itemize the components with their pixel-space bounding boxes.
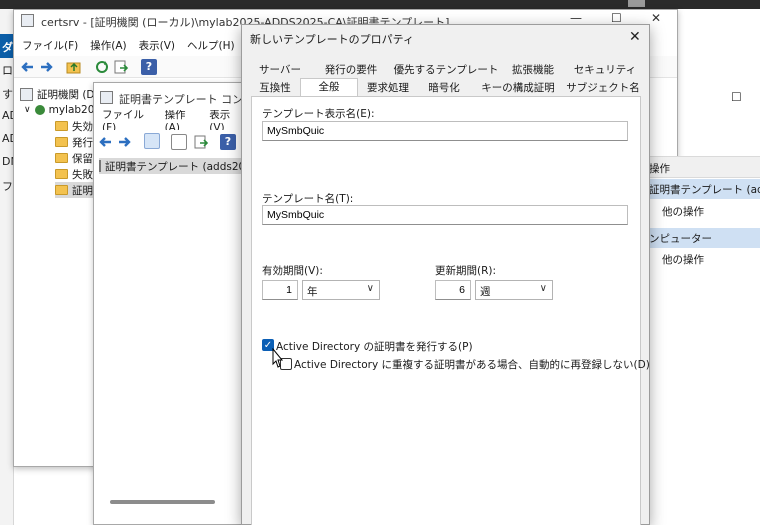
renewal-period-field[interactable] xyxy=(435,280,471,300)
tab-security[interactable]: セキュリティ xyxy=(568,62,642,79)
back-icon[interactable] xyxy=(98,134,114,150)
mouse-cursor-icon xyxy=(272,348,284,368)
folder-label: 失効 xyxy=(72,120,93,133)
tab-server[interactable]: サーバー xyxy=(252,62,308,79)
tab-cryptography[interactable]: 暗号化 xyxy=(418,80,470,97)
menu-action[interactable]: 操作(A) xyxy=(165,110,198,130)
ca-icon xyxy=(20,87,33,101)
back-icon[interactable] xyxy=(20,59,36,75)
console-maximize-button[interactable]: ☐ xyxy=(731,90,742,104)
forward-icon[interactable] xyxy=(38,59,54,75)
menu-help[interactable]: ヘルプ(H) xyxy=(187,38,235,53)
chevron-down-icon: ∨ xyxy=(539,283,547,294)
server-manager-nav-header[interactable]: ダ xyxy=(0,34,14,58)
tab-general[interactable]: 全般 xyxy=(300,78,358,97)
close-button[interactable]: ✕ xyxy=(651,11,661,25)
tab-issuance-requirements[interactable]: 発行の要件 xyxy=(312,62,390,79)
chevron-down-icon: ∨ xyxy=(366,283,374,294)
tab-extensions[interactable]: 拡張機能 xyxy=(502,62,564,79)
no-reenroll-label[interactable]: Active Directory に重複する証明書がある場合、自動的に再登録しな… xyxy=(294,357,650,372)
display-name-label: テンプレート表示名(E): xyxy=(262,108,375,120)
menu-file[interactable]: ファイル(F) xyxy=(22,38,78,53)
desktop-top-strip xyxy=(0,0,760,9)
actions-more-templates[interactable]: 他の操作 xyxy=(662,204,704,219)
console-menubar: ファイル(F) 操作(A) 表示(V) xyxy=(94,110,242,130)
tree-server-node[interactable]: ∨ mylab20 xyxy=(24,102,94,118)
folder-label: 保留 xyxy=(72,152,93,165)
window-badge xyxy=(628,0,645,7)
console-root-item[interactable]: 証明書テンプレート (adds2025 xyxy=(99,158,242,174)
minimize-button[interactable]: — xyxy=(570,11,582,25)
actions-more-computer[interactable]: 他の操作 xyxy=(662,252,704,267)
server-status-icon xyxy=(34,105,45,115)
validity-period-field[interactable] xyxy=(262,280,298,300)
template-name-label: テンプレート名(T): xyxy=(262,193,354,205)
tree-folder-pending[interactable]: 保留 xyxy=(55,150,93,166)
certsrv-app-icon xyxy=(21,14,34,27)
tab-request-handling[interactable]: 要求処理 xyxy=(362,80,414,97)
folder-icon xyxy=(55,137,68,147)
folder-icon xyxy=(55,153,68,163)
console-title: 証明書テンプレート コンソール xyxy=(119,93,241,106)
publish-ad-label[interactable]: Active Directory の証明書を発行する(P) xyxy=(276,339,473,354)
sm-edge-char: ロ xyxy=(2,64,13,77)
actions-section-templates[interactable]: 証明書テンプレート (adds202 xyxy=(645,179,760,199)
properties-icon[interactable] xyxy=(171,134,187,150)
show-tree-icon[interactable] xyxy=(144,133,160,149)
tree-root[interactable]: 証明機関 (D xyxy=(20,86,95,102)
validity-unit-value: 年 xyxy=(307,286,318,298)
up-folder-icon[interactable] xyxy=(66,59,82,75)
refresh-icon[interactable] xyxy=(94,59,110,75)
actions-header: 操作 xyxy=(645,156,760,178)
console-app-icon xyxy=(100,91,113,104)
validity-period-label: 有効期間(V): xyxy=(262,265,323,277)
tab-superseded-templates[interactable]: 優先するテンプレート xyxy=(392,62,500,79)
folder-icon xyxy=(55,185,68,195)
export-list-icon[interactable] xyxy=(113,59,129,75)
folder-label: 失敗 xyxy=(72,168,93,181)
maximize-button[interactable]: ☐ xyxy=(611,11,622,25)
help-icon[interactable]: ? xyxy=(220,134,236,150)
renewal-unit-value: 週 xyxy=(480,286,491,298)
tree-root-label: 証明機関 (D xyxy=(37,88,95,101)
template-name-field[interactable] xyxy=(262,205,628,225)
tree-folder-failed[interactable]: 失敗 xyxy=(55,166,93,182)
folder-label: 発行 xyxy=(72,136,93,149)
folder-icon xyxy=(55,169,68,179)
horizontal-scrollbar[interactable] xyxy=(110,500,215,504)
chevron-down-icon[interactable]: ∨ xyxy=(24,105,31,115)
menu-action[interactable]: 操作(A) xyxy=(90,38,126,53)
export-list-icon[interactable] xyxy=(193,134,209,150)
menu-file[interactable]: ファイル(F) xyxy=(102,110,153,130)
validity-unit-select[interactable]: 年 ∨ xyxy=(302,280,380,300)
folder-label: 証明 xyxy=(72,184,93,197)
help-icon[interactable]: ? xyxy=(141,59,157,75)
tab-compatibility[interactable]: 互換性 xyxy=(252,80,298,97)
menu-view[interactable]: 表示(V) xyxy=(209,110,242,130)
display-name-field[interactable] xyxy=(262,121,628,141)
actions-section-computer[interactable]: ンピューター xyxy=(645,228,760,248)
renewal-unit-select[interactable]: 週 ∨ xyxy=(475,280,553,300)
tab-key-attestation[interactable]: キーの構成証明 xyxy=(474,80,562,97)
general-tab-panel xyxy=(251,96,641,525)
dialog-title: 新しいテンプレートのプロパティ xyxy=(250,33,415,46)
tree-folder-issued[interactable]: 発行 xyxy=(55,134,93,150)
renewal-period-label: 更新期間(R): xyxy=(435,265,497,277)
console-root-label: 証明書テンプレート (adds2025 xyxy=(105,160,242,173)
tree-folder-revoked[interactable]: 失効 xyxy=(55,118,93,134)
tree-folder-templates[interactable]: 証明 xyxy=(55,182,97,198)
tab-subject-name[interactable]: サブジェクト名 xyxy=(564,80,642,97)
forward-icon[interactable] xyxy=(116,134,132,150)
tree-server-label: mylab20 xyxy=(48,104,95,116)
dialog-close-button[interactable]: ✕ xyxy=(629,29,641,45)
template-icon xyxy=(99,160,101,172)
menu-view[interactable]: 表示(V) xyxy=(139,38,175,53)
folder-icon xyxy=(55,121,68,131)
